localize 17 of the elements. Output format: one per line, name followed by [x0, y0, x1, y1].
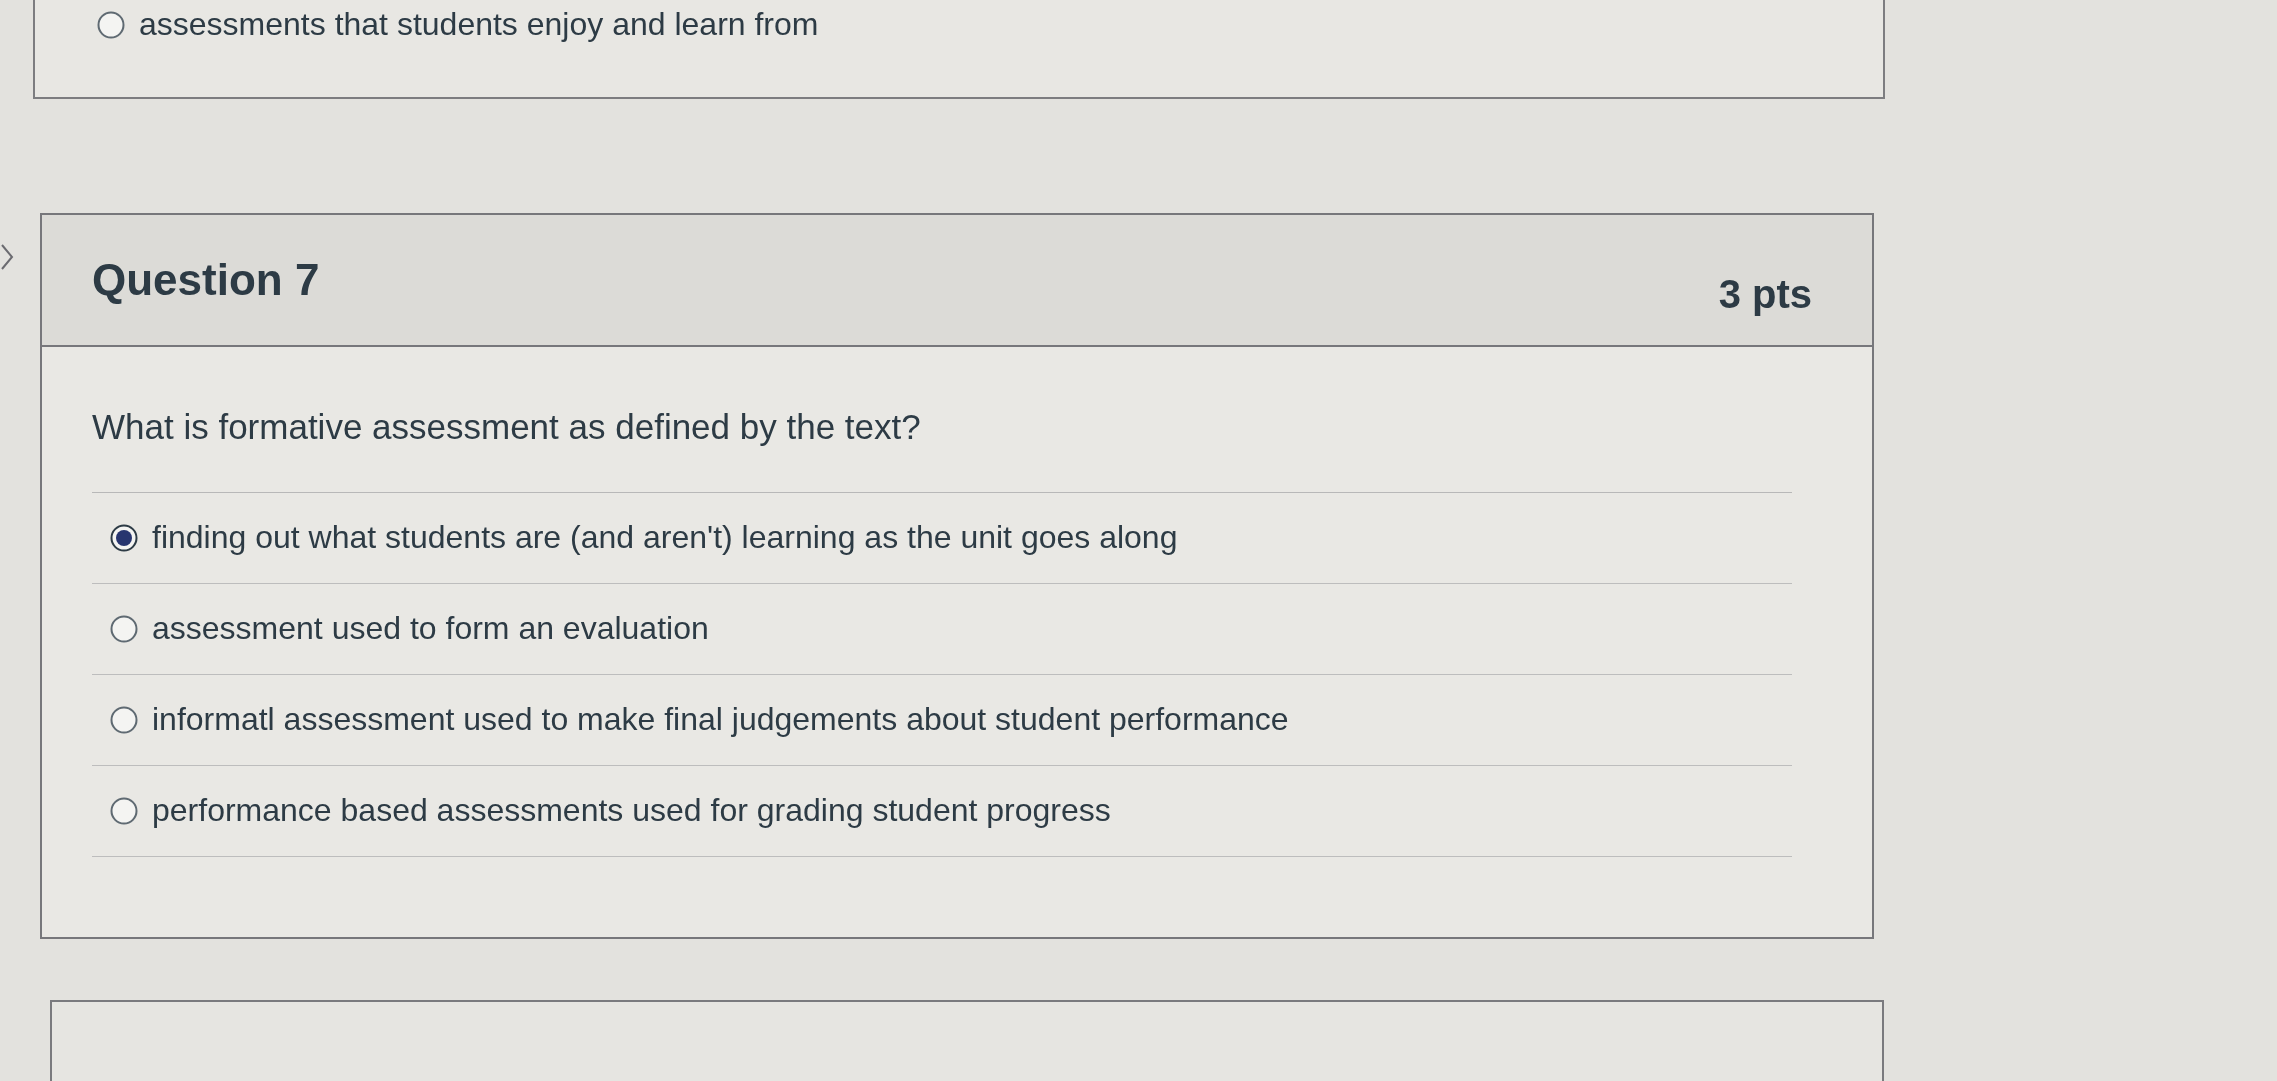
answer-option[interactable]: informatl assessment used to make final judgements about student performance [92, 674, 1792, 766]
answer-text: assessment used to form an evaluation [152, 610, 709, 648]
answer-option[interactable]: performance based assessments used for grading student progress [92, 765, 1792, 857]
question-title: Question 7 [92, 254, 320, 305]
answer-option[interactable]: finding out what students are (and aren't) learning as the unit goes along [92, 492, 1792, 584]
answer-text: performance based assessments used for grading student progress [152, 792, 1111, 830]
radio-icon[interactable] [110, 705, 138, 734]
radio-icon[interactable] [97, 10, 125, 39]
answer-text: finding out what students are (and aren't) learning as the unit goes along [152, 519, 1178, 557]
chevron-right-icon[interactable] [0, 242, 14, 271]
radio-icon[interactable] [110, 614, 138, 643]
radio-icon[interactable] [110, 796, 138, 825]
radio-selected-icon[interactable] [110, 523, 138, 552]
question-prompt: What is formative assessment as defined by the text? [92, 406, 1792, 493]
answer-text: informatl assessment used to make final judgements about student performance [152, 701, 1289, 739]
answer-option[interactable]: assessment used to form an evaluation [92, 583, 1792, 675]
question-points: 3 pts [1718, 272, 1812, 318]
